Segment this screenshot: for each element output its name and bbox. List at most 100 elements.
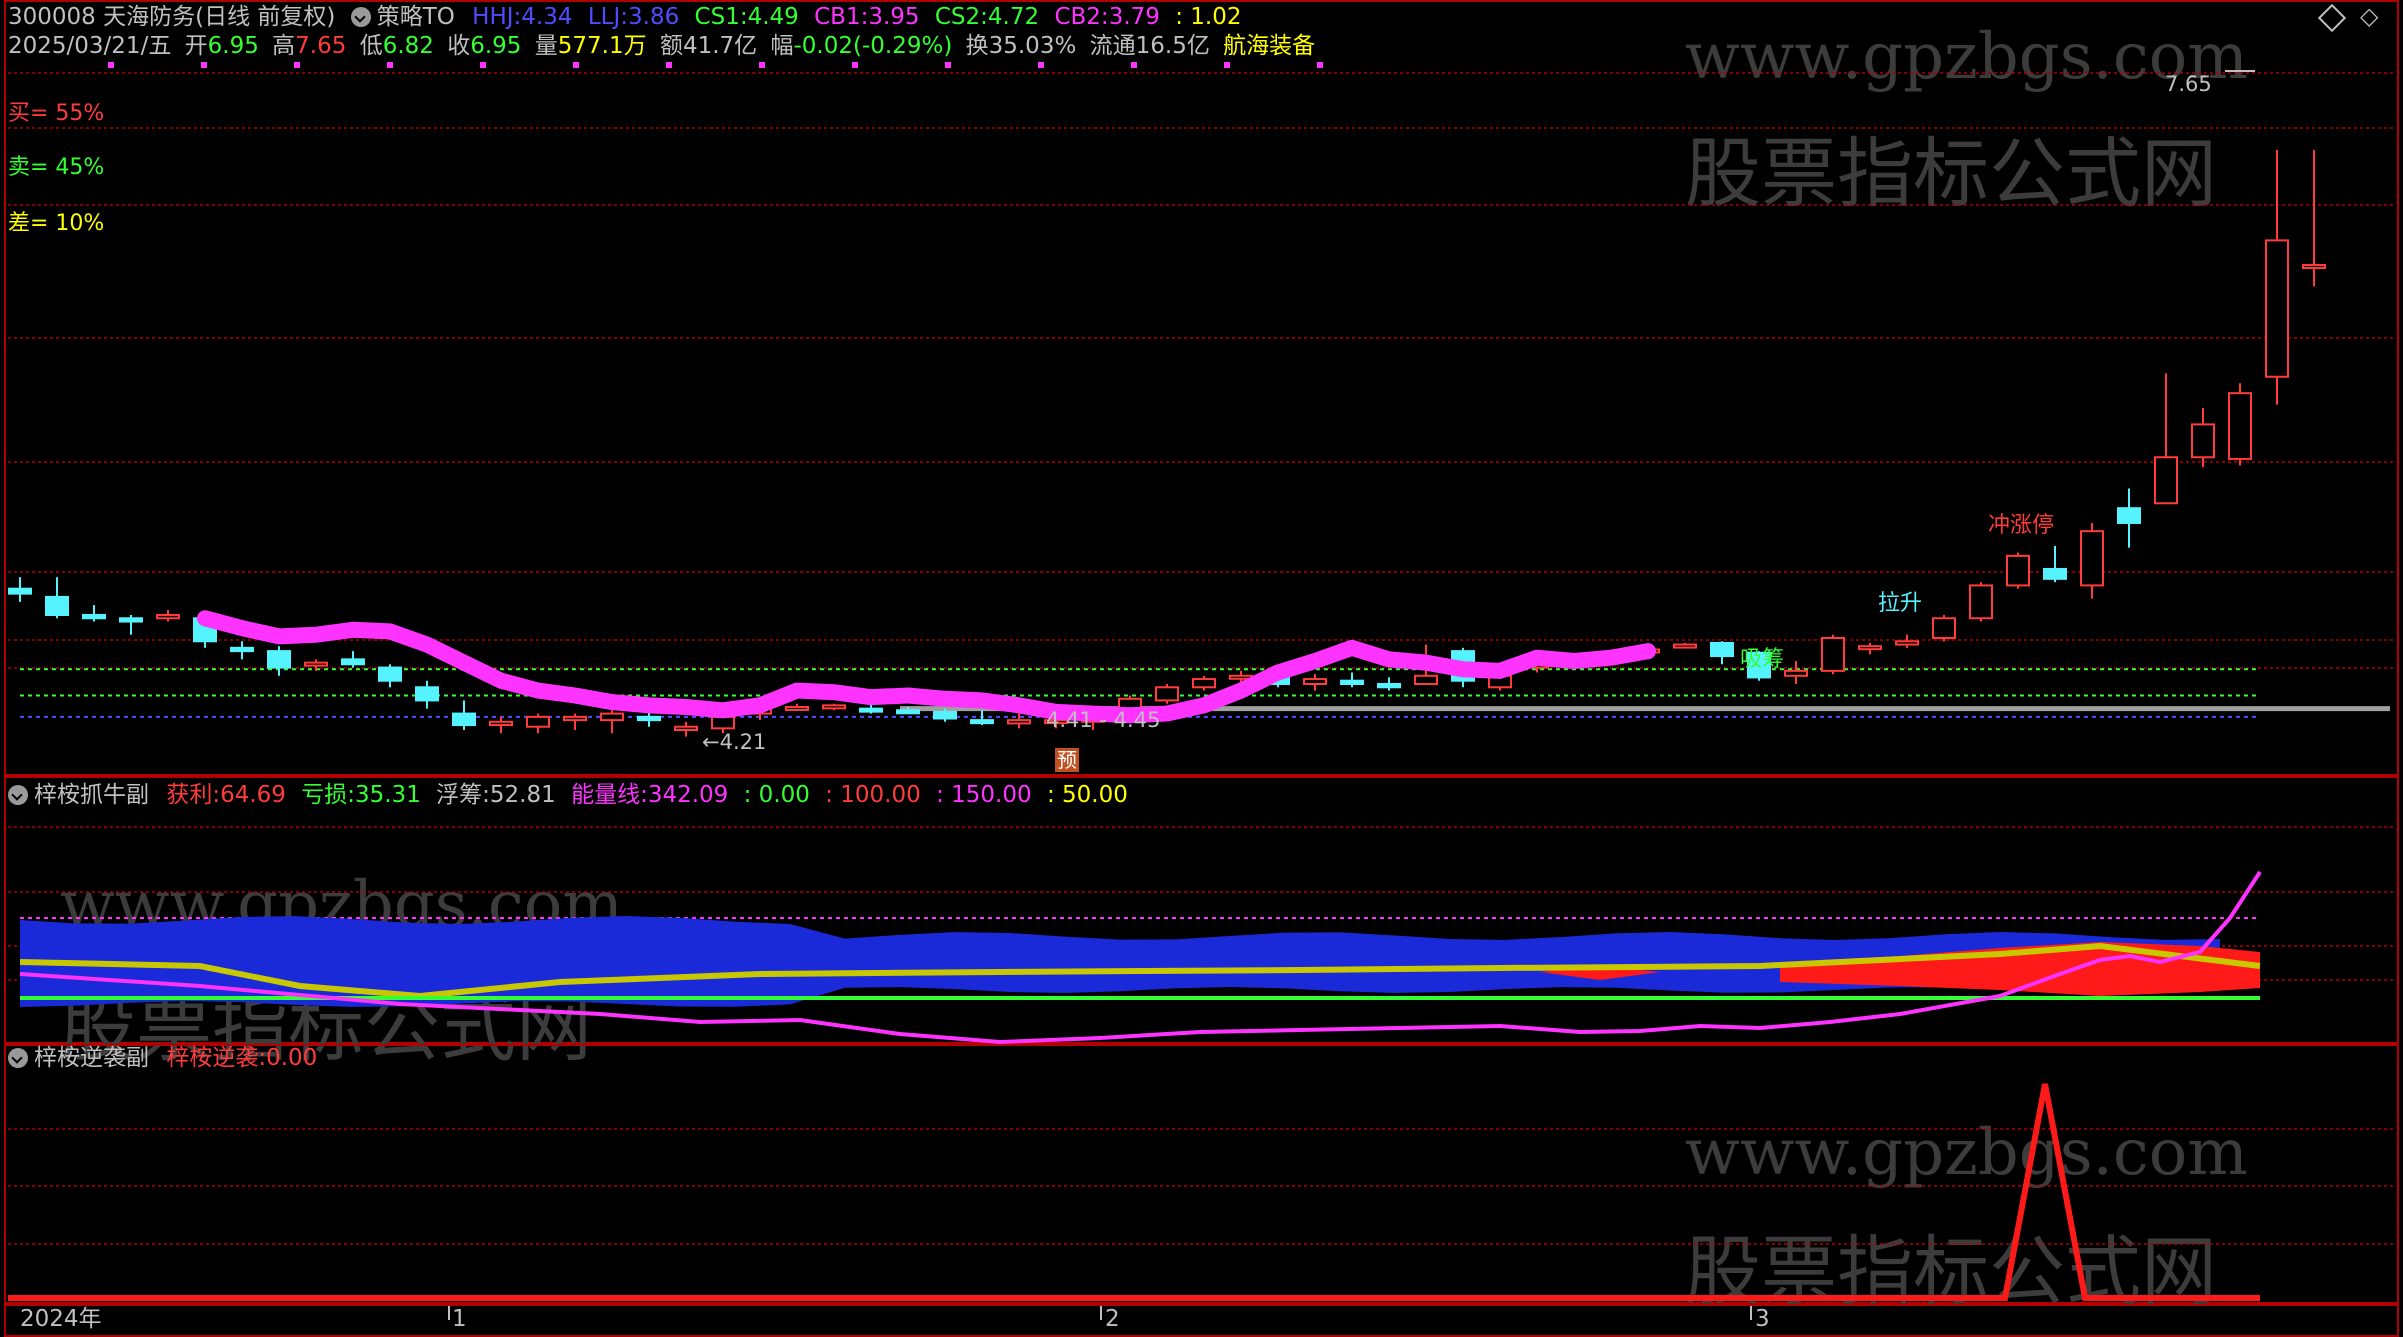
candle [1155,683,1179,704]
candle [156,610,180,622]
marker-dot [387,62,393,68]
candle [2006,552,2030,589]
candle-body [378,666,402,682]
x-label-feb: 2 [1105,1306,1120,1332]
marker-dot [759,62,765,68]
range-price-mark: 4.41 - 4.45 [1046,708,1161,732]
candle-body [933,710,957,720]
marker-dot [945,62,951,68]
candle [415,680,439,709]
candle [1858,642,1882,655]
candle [2043,545,2067,583]
candle [1340,672,1364,688]
candle [45,577,69,619]
candle-body [341,658,365,666]
candle-body [45,595,69,616]
candle [2265,150,2289,405]
x-tick-feb [1100,1306,1102,1320]
high-price-mark: 7.65 [2165,72,2212,96]
candle [378,664,402,688]
candle-body [119,617,143,623]
indicator1-chart[interactable] [0,776,2403,1044]
candle [2302,150,2326,287]
candle-body [8,587,32,595]
candle [563,713,587,730]
candle-body [415,686,439,702]
marker-dot [294,62,300,68]
candle [2117,488,2141,548]
candle-body [1007,719,1031,725]
candle-body [637,715,661,722]
price-chart[interactable] [0,0,2403,776]
x-label-jan: 1 [452,1306,467,1332]
pre-badge[interactable]: 预 [1055,748,1079,772]
candle [600,710,624,734]
marker-dot [1317,62,1323,68]
candle [452,700,476,730]
candle-body [711,715,735,730]
x-tick-mar [1750,1306,1752,1320]
candle-body [82,613,106,620]
marker-dot [573,62,579,68]
candle-body [1821,636,1845,672]
indicator2-gridlines [8,1128,2395,1245]
candle [2191,407,2215,468]
marker-dot [852,62,858,68]
candle [2080,522,2104,599]
x-axis [4,1304,2399,1337]
candle [2228,383,2252,466]
x-tick-jan [448,1306,450,1320]
candle-body [1673,643,1697,649]
candle-body [2006,554,2030,587]
candle-body [1932,617,1956,639]
candle [1007,713,1031,729]
candle-body [304,661,328,667]
candle [1895,634,1919,648]
candle [526,713,550,734]
candle [119,614,143,635]
candle-body [2154,456,2178,505]
label-chong-zhangting: 冲涨停 [1988,513,2055,538]
high-mark-arrow-icon [2225,70,2255,72]
candle [1377,677,1401,691]
candle [1969,582,1993,622]
candle [1932,614,1956,642]
candle-body [2117,507,2141,524]
candle-body [563,715,587,722]
marker-dot [480,62,486,68]
candle-body [156,613,180,620]
candle [822,703,846,711]
candle-body [489,720,513,727]
indicator2-chart[interactable] [0,1044,2403,1304]
candle [1821,634,1845,675]
candle [1710,641,1734,665]
marker-dot [108,62,114,68]
candle-body [1895,640,1919,646]
candle-body [230,646,254,653]
candle-body [1414,674,1438,685]
candle-body [600,712,624,722]
candle-body [859,707,883,713]
candle-body [970,719,994,725]
candle-body [2228,392,2252,460]
candle [1192,675,1216,691]
marker-dot [201,62,207,68]
candle [1303,674,1327,691]
candle-body [452,712,476,727]
candle [2154,373,2178,505]
candle-body [1858,645,1882,651]
label-xi-chou: 吸筹 [1740,647,1785,672]
candle-body [1784,669,1808,677]
candle-body [896,709,920,715]
candle-body [1969,584,1993,620]
marker-dot [1038,62,1044,68]
price-gridlines [8,72,2395,669]
candle [82,605,106,622]
label-la-sheng: 拉升 [1878,591,1923,616]
x-label-2024: 2024年 [20,1306,102,1332]
candle [230,641,254,660]
candle [674,721,698,737]
low-price-mark: ←4.21 [702,730,767,754]
candle-body [1340,679,1364,685]
candle-body [2043,567,2067,580]
